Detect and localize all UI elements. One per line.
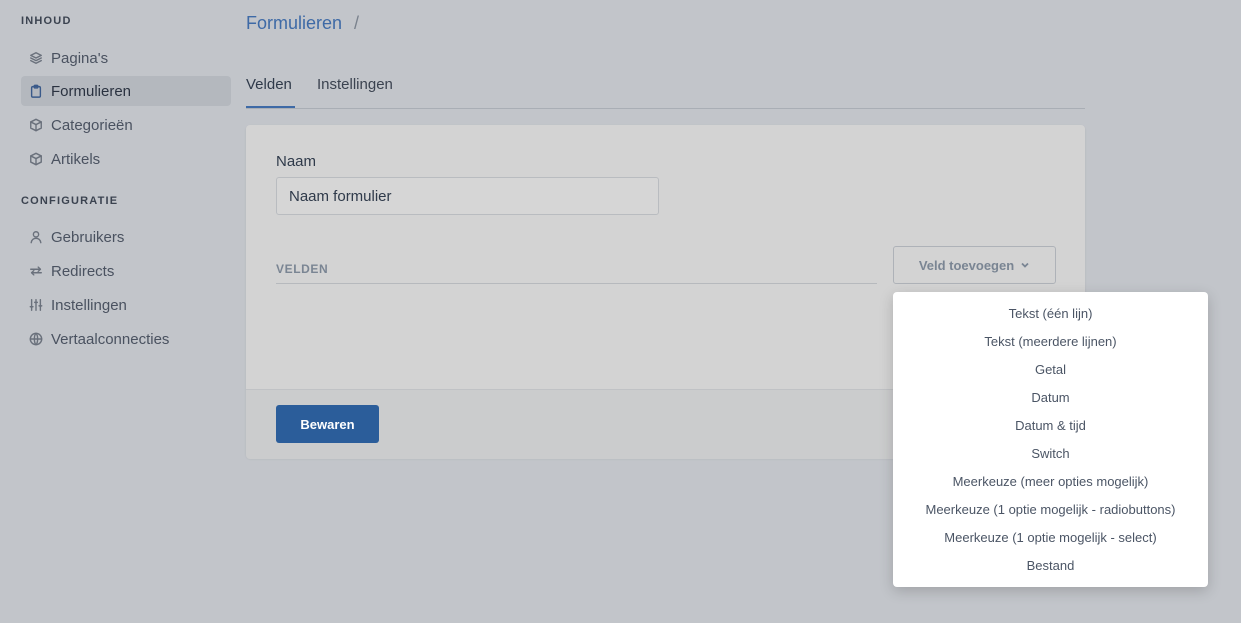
active-tab-indicator (246, 106, 295, 108)
tab-velden[interactable]: Velden (246, 76, 292, 93)
cube-icon (29, 152, 43, 166)
sidebar-item-label: Gebruikers (51, 228, 125, 246)
cube-icon (29, 118, 43, 132)
sidebar-item-categorieen[interactable]: Categorieën (21, 110, 231, 140)
sidebar-item-formulieren[interactable]: Formulieren (21, 76, 231, 106)
user-icon (29, 230, 43, 244)
dropdown-item-datum-tijd[interactable]: Datum & tijd (893, 411, 1208, 439)
sidebar-item-vertaalconnecties[interactable]: Vertaalconnecties (21, 324, 231, 354)
dropdown-item-datum[interactable]: Datum (893, 383, 1208, 411)
clipboard-icon (29, 84, 43, 98)
sidebar-section-inhoud-title: INHOUD (21, 15, 72, 27)
dropdown-item-tekst-een-lijn[interactable]: Tekst (één lijn) (893, 299, 1208, 327)
dropdown-item-meerkeuze-select[interactable]: Meerkeuze (1 optie mogelijk - select) (893, 523, 1208, 551)
breadcrumb-link-formulieren[interactable]: Formulieren (246, 13, 342, 34)
globe-icon (29, 332, 43, 346)
tab-bar: Velden Instellingen (246, 68, 1085, 109)
sidebar-item-artikels[interactable]: Artikels (21, 144, 231, 174)
name-input-value: Naam formulier (289, 187, 392, 205)
sidebar-item-label: Redirects (51, 262, 115, 280)
dropdown-item-bestand[interactable]: Bestand (893, 551, 1208, 579)
sidebar-item-gebruikers[interactable]: Gebruikers (21, 222, 231, 252)
sidebar-item-label: Artikels (51, 150, 101, 168)
add-field-label: Veld toevoegen (918, 257, 1015, 273)
field-type-dropdown: Tekst (één lijn) Tekst (meerdere lijnen)… (893, 292, 1208, 587)
sidebar-item-label: Formulieren (51, 82, 132, 100)
add-field-button[interactable]: Veld toevoegen (893, 246, 1056, 284)
sidebar-item-label: Pagina's (51, 49, 109, 67)
dropdown-item-getal[interactable]: Getal (893, 355, 1208, 383)
sidebar-item-label: Instellingen (51, 296, 127, 314)
arrows-icon (29, 264, 43, 278)
fields-heading: VELDEN (276, 262, 329, 276)
breadcrumb-separator: / (354, 13, 360, 33)
dropdown-item-switch[interactable]: Switch (893, 439, 1208, 467)
layers-icon (29, 51, 43, 65)
chevron-down-icon (1020, 260, 1030, 270)
sidebar-section-configuratie-title: CONFIGURATIE (21, 195, 119, 207)
name-label: Naam (276, 153, 317, 170)
save-button[interactable]: Bewaren (276, 405, 379, 443)
breadcrumb: Formulieren / (246, 13, 359, 34)
sidebar-item-label: Vertaalconnecties (51, 330, 170, 348)
name-input[interactable]: Naam formulier (276, 177, 659, 215)
fields-divider (276, 283, 877, 284)
sidebar-item-redirects[interactable]: Redirects (21, 256, 231, 286)
dropdown-item-meerkeuze-radiobuttons[interactable]: Meerkeuze (1 optie mogelijk - radiobutto… (893, 495, 1208, 523)
dropdown-item-meerkeuze-meer-opties[interactable]: Meerkeuze (meer opties mogelijk) (893, 467, 1208, 495)
sliders-icon (29, 298, 43, 312)
dropdown-item-tekst-meerdere-lijnen[interactable]: Tekst (meerdere lijnen) (893, 327, 1208, 355)
sidebar-item-label: Categorieën (51, 116, 133, 134)
sidebar-item-instellingen[interactable]: Instellingen (21, 290, 231, 320)
sidebar-item-paginas[interactable]: Pagina's (21, 43, 231, 73)
tab-instellingen[interactable]: Instellingen (317, 76, 393, 93)
